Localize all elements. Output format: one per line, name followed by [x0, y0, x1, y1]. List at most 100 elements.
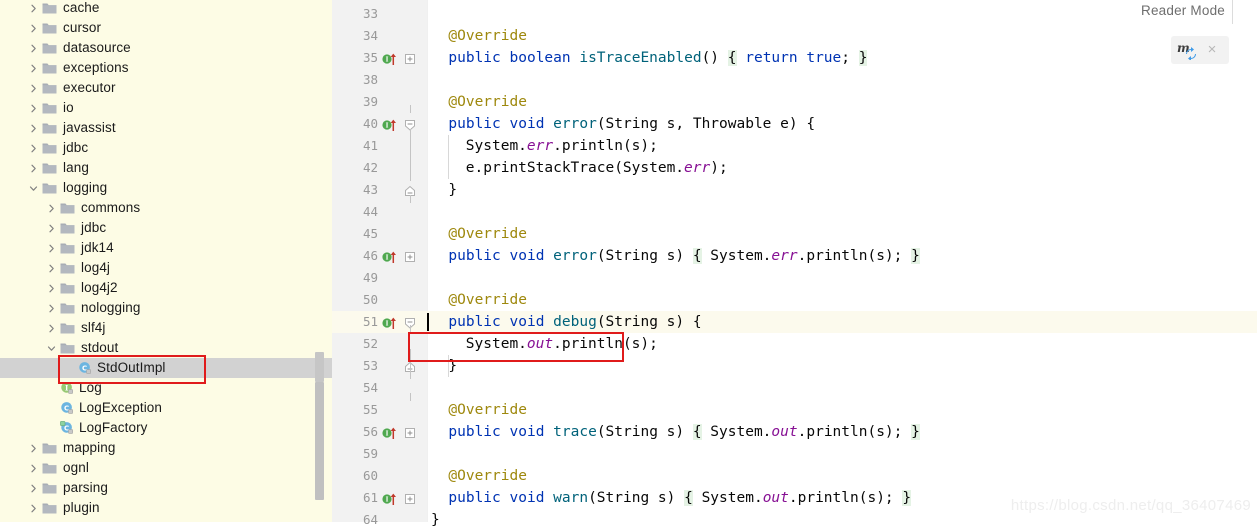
editor-line[interactable]: 41 System.err.println(s); — [332, 135, 1257, 157]
tree-item-cache[interactable]: cache — [0, 0, 332, 18]
chevron-right-icon[interactable] — [28, 63, 39, 74]
tree-item-nologging[interactable]: nologging — [0, 298, 332, 318]
chevron-right-icon[interactable] — [46, 283, 57, 294]
editor-line[interactable]: 50 @Override — [332, 289, 1257, 311]
chevron-right-icon[interactable] — [46, 243, 57, 254]
sidebar-scrollbar-track[interactable] — [315, 0, 328, 522]
tree-item-lang[interactable]: lang — [0, 158, 332, 178]
code-text[interactable]: @Override — [448, 91, 527, 113]
implements-marker-icon[interactable]: I — [382, 491, 398, 505]
chevron-right-icon[interactable] — [28, 163, 39, 174]
chevron-right-icon[interactable] — [28, 483, 39, 494]
close-icon[interactable]: × — [1202, 40, 1222, 60]
tree-item-jdbc[interactable]: jdbc — [0, 138, 332, 158]
tree-item-io[interactable]: io — [0, 98, 332, 118]
chevron-right-icon[interactable] — [28, 3, 39, 14]
tree-item-commons[interactable]: commons — [0, 198, 332, 218]
editor-line[interactable]: 56 Ipublic void trace(String s) { System.… — [332, 421, 1257, 443]
tree-item-log4j[interactable]: log4j — [0, 258, 332, 278]
editor-line[interactable]: 59 — [332, 443, 1257, 465]
editor-line[interactable]: 43} — [332, 179, 1257, 201]
mybatis-icon[interactable]: m — [1177, 40, 1199, 61]
chevron-down-icon[interactable] — [28, 183, 39, 194]
editor-line[interactable]: 45 @Override — [332, 223, 1257, 245]
editor-line[interactable]: 51 Ipublic void debug(String s) { — [332, 311, 1257, 333]
implements-marker-icon[interactable]: I — [382, 249, 398, 263]
editor-line[interactable]: 46 Ipublic void error(String s) { System.… — [332, 245, 1257, 267]
chevron-right-icon[interactable] — [28, 23, 39, 34]
fold-expand-icon[interactable] — [404, 249, 417, 263]
chevron-right-icon[interactable] — [28, 123, 39, 134]
editor-line[interactable]: 54 — [332, 377, 1257, 399]
fold-expand-icon[interactable] — [404, 491, 417, 505]
tree-item-logexception[interactable]: C LogException — [0, 398, 332, 418]
implements-marker-icon[interactable]: I — [382, 315, 398, 329]
project-tree-panel[interactable]: cache cursor datasource exceptions executor i… — [0, 0, 332, 522]
code-text[interactable]: @Override — [448, 399, 527, 421]
code-text[interactable]: public void error(String s, Throwable e)… — [448, 113, 815, 135]
tree-item-logfactory[interactable]: C LogFactory — [0, 418, 332, 438]
chevron-right-icon[interactable] — [46, 303, 57, 314]
mybatis-floating-toolbar[interactable]: m × — [1171, 36, 1229, 64]
fold-expand-icon[interactable] — [404, 51, 417, 65]
chevron-right-icon[interactable] — [46, 223, 57, 234]
chevron-down-icon[interactable] — [46, 343, 57, 354]
editor-line[interactable]: 60 @Override — [332, 465, 1257, 487]
sidebar-scrollbar-thumb[interactable] — [315, 352, 324, 382]
tree-item-stdoutimpl[interactable]: C StdOutImpl — [0, 358, 332, 378]
chevron-right-icon[interactable] — [28, 43, 39, 54]
chevron-right-icon[interactable] — [28, 103, 39, 114]
tree-item-log4j2[interactable]: log4j2 — [0, 278, 332, 298]
tree-item-stdout[interactable]: stdout — [0, 338, 332, 358]
tree-item-plugin[interactable]: plugin — [0, 498, 332, 518]
tree-item-datasource[interactable]: datasource — [0, 38, 332, 58]
editor-line[interactable]: 49 — [332, 267, 1257, 289]
implements-marker-icon[interactable]: I — [382, 51, 398, 65]
tree-item-exceptions[interactable]: exceptions — [0, 58, 332, 78]
sidebar-scrollbar-thumb-lower[interactable] — [315, 382, 324, 500]
editor-line[interactable]: 55 @Override — [332, 399, 1257, 421]
code-text[interactable]: public void debug(String s) { — [448, 311, 701, 333]
tree-item-jdk14[interactable]: jdk14 — [0, 238, 332, 258]
code-text[interactable]: System.out.println(s); — [466, 333, 658, 355]
code-editor[interactable]: 33 34 @Override 35 Ipublic boolean isTraceEn… — [332, 0, 1257, 528]
chevron-right-icon[interactable] — [46, 203, 57, 214]
chevron-right-icon[interactable] — [46, 323, 57, 334]
code-text[interactable]: @Override — [448, 289, 527, 311]
chevron-right-icon[interactable] — [28, 463, 39, 474]
code-text[interactable]: e.printStackTrace(System.err); — [466, 157, 728, 179]
chevron-right-icon[interactable] — [28, 443, 39, 454]
code-text[interactable]: @Override — [448, 465, 527, 487]
code-text[interactable]: @Override — [448, 25, 527, 47]
tree-item-javassist[interactable]: javassist — [0, 118, 332, 138]
chevron-right-icon[interactable] — [28, 83, 39, 94]
reader-mode-label[interactable]: Reader Mode — [1141, 3, 1225, 18]
code-text[interactable]: System.err.println(s); — [466, 135, 658, 157]
fold-expand-icon[interactable] — [404, 425, 417, 439]
editor-line[interactable]: 40 Ipublic void error(String s, Throwable… — [332, 113, 1257, 135]
tree-item-mapping[interactable]: mapping — [0, 438, 332, 458]
code-text[interactable]: } — [431, 509, 440, 531]
editor-line[interactable]: 44 — [332, 201, 1257, 223]
chevron-right-icon[interactable] — [46, 263, 57, 274]
chevron-right-icon[interactable] — [28, 143, 39, 154]
tree-item-slf4j[interactable]: slf4j — [0, 318, 332, 338]
tree-item-cursor[interactable]: cursor — [0, 18, 332, 38]
editor-line[interactable]: 42 e.printStackTrace(System.err); — [332, 157, 1257, 179]
implements-marker-icon[interactable]: I — [382, 425, 398, 439]
editor-line[interactable]: 34 @Override — [332, 25, 1257, 47]
code-text[interactable]: @Override — [448, 223, 527, 245]
code-text[interactable]: } — [448, 179, 457, 201]
tree-item-jdbc[interactable]: jdbc — [0, 218, 332, 238]
implements-marker-icon[interactable]: I — [382, 117, 398, 131]
editor-line[interactable]: 53} — [332, 355, 1257, 377]
editor-line[interactable]: 52 System.out.println(s); — [332, 333, 1257, 355]
code-text[interactable]: public boolean isTraceEnabled() { return… — [448, 47, 868, 69]
editor-line[interactable]: 39 @Override — [332, 91, 1257, 113]
tree-item-ognl[interactable]: ognl — [0, 458, 332, 478]
tree-item-executor[interactable]: executor — [0, 78, 332, 98]
tree-item-log[interactable]: I Log — [0, 378, 332, 398]
editor-line[interactable]: 33 — [332, 3, 1257, 25]
tree-item-logging[interactable]: logging — [0, 178, 332, 198]
editor-line[interactable]: 35 Ipublic boolean isTraceEnabled() { ret… — [332, 47, 1257, 69]
